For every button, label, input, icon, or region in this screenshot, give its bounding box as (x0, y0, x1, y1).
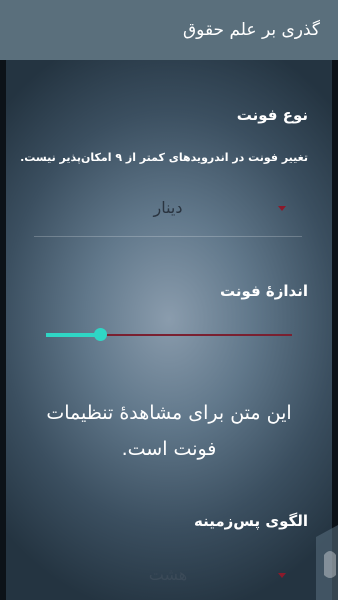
font-type-title: نوع فونت (236, 106, 308, 124)
background-pattern-spinner[interactable]: هشت (34, 555, 302, 595)
font-type-spinner[interactable]: دینار (34, 190, 302, 237)
font-size-slider[interactable] (46, 324, 292, 346)
background-pattern-selected: هشت (148, 565, 188, 584)
dropdown-arrow-icon (278, 573, 286, 578)
dropdown-arrow-icon (278, 206, 286, 211)
store-watermark-icon (294, 515, 338, 600)
font-size-title: اندازهٔ فونت (219, 282, 308, 300)
app-bar: گذری بر علم حقوق (0, 0, 338, 60)
slider-thumb[interactable] (94, 328, 107, 341)
background-pattern-title: الگوی پس‌زمینه (194, 512, 308, 530)
font-type-note: تغییر فونت در اندرویدهای کمتر از ۹ امکان… (20, 151, 308, 164)
app-title: گذری بر علم حقوق (182, 20, 320, 40)
font-preview-text: این متن برای مشاهدهٔ تنظیمات فونت است. (46, 402, 292, 460)
slider-track-filled (46, 333, 100, 337)
app-screen: گذری بر علم حقوق نوع فونت تغییر فونت در … (0, 0, 338, 600)
font-type-selected: دینار (153, 198, 183, 217)
left-edge-shadow (0, 60, 6, 600)
settings-content[interactable]: نوع فونت تغییر فونت در اندرویدهای کمتر ا… (0, 60, 338, 600)
